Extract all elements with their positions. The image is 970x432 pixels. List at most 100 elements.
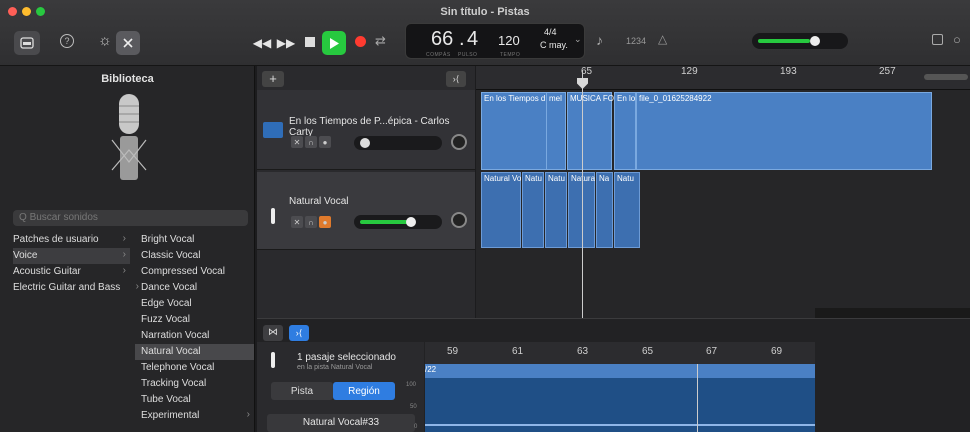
volume-knob[interactable] <box>406 217 416 227</box>
add-track-button[interactable]: + <box>262 71 284 87</box>
ruler-mark: 193 <box>780 66 797 77</box>
rewind-icon: ◀◀ <box>252 36 272 50</box>
mute-icon[interactable]: ✕ <box>291 216 303 228</box>
chevron-right-icon: › <box>122 233 126 244</box>
ruler[interactable]: 65 129 193 257 <box>476 66 970 90</box>
region-label: /22 <box>425 365 437 374</box>
track-name: En los Tiempos de P...épica - Carlos Car… <box>289 116 450 138</box>
forward-button[interactable]: ▶▶ <box>276 31 296 55</box>
stop-button[interactable] <box>305 37 315 47</box>
editor-region-bar[interactable]: /22 <box>425 364 815 378</box>
track-header[interactable]: En los Tiempos de P...épica - Carlos Car… <box>257 90 475 170</box>
zoom-slider[interactable] <box>924 74 968 80</box>
chevron-right-icon: › <box>122 249 126 260</box>
track-volume-slider[interactable] <box>354 136 442 150</box>
tuner-icon[interactable]: ♪ <box>596 32 603 48</box>
patch-item[interactable]: Edge Vocal <box>135 296 254 312</box>
patch-item[interactable]: Classic Vocal <box>135 248 254 264</box>
pan-knob[interactable] <box>451 212 467 228</box>
editor-ruler[interactable]: 59 61 63 65 67 69 <box>425 342 815 364</box>
master-volume-slider[interactable] <box>752 33 848 49</box>
patch-item[interactable]: Tube Vocal <box>135 392 254 408</box>
record-enable-icon[interactable]: ● <box>319 136 331 148</box>
patch-label: Experimental <box>141 410 200 421</box>
patch-item[interactable]: Narration Vocal <box>135 328 254 344</box>
audio-region[interactable]: file_0_01625284922 <box>636 92 932 170</box>
category-item[interactable]: Patches de usuario › <box>13 232 130 248</box>
library-panel: Biblioteca Q Buscar sonidos Patches de u… <box>0 66 255 432</box>
waveform-line <box>425 424 815 426</box>
audio-region[interactable]: Na <box>596 172 613 248</box>
toolbar: Sin título - Pistas ? ☼ ◀◀ ▶▶ ⇄ 66 . 4 C… <box>0 0 970 66</box>
audio-region[interactable]: Natu <box>614 172 640 248</box>
master-volume-knob[interactable] <box>810 36 820 46</box>
record-enable-icon[interactable]: ● <box>319 216 331 228</box>
volume-knob[interactable] <box>360 138 370 148</box>
editor-playhead[interactable] <box>697 364 698 432</box>
category-label: Electric Guitar and Bass <box>13 282 121 293</box>
help-icon[interactable]: ? <box>60 34 74 48</box>
patch-item[interactable]: Telephone Vocal <box>135 360 254 376</box>
ruler-mark: 63 <box>577 346 589 357</box>
lcd-tempo: 120 <box>498 33 520 48</box>
patch-item[interactable]: Tracking Vocal <box>135 376 254 392</box>
editors-button[interactable] <box>116 31 140 55</box>
region-label: En los Tiempos d <box>484 94 546 103</box>
search-input[interactable]: Q Buscar sonidos <box>13 210 248 226</box>
catch-playhead-icon[interactable]: ›⟨ <box>446 71 466 87</box>
patch-item[interactable]: Fuzz Vocal <box>135 312 254 328</box>
count-in-button[interactable]: 1234 <box>626 36 646 46</box>
region-label: mel <box>549 94 562 103</box>
audio-region[interactable]: Natu <box>545 172 567 248</box>
audio-region[interactable]: MUSICA FO <box>567 92 614 170</box>
lcd-signature: 4/4 <box>544 27 557 37</box>
category-item[interactable]: Electric Guitar and Bass › <box>13 280 139 296</box>
patch-item[interactable]: Dance Vocal <box>135 280 254 296</box>
region-name-field[interactable]: Natural Vocal#33 <box>267 414 415 432</box>
flex-icon[interactable]: ⋈ <box>263 325 283 341</box>
metronome-icon[interactable]: △ <box>658 32 667 46</box>
audio-region[interactable]: Natural Vo <box>481 172 521 248</box>
smart-controls-icon[interactable]: ☼ <box>98 32 112 49</box>
patch-item[interactable]: Bright Vocal <box>135 232 254 248</box>
editor-waveform[interactable] <box>425 378 815 432</box>
audio-region[interactable]: En lo <box>614 92 636 170</box>
record-button[interactable] <box>355 36 366 47</box>
lcd-bar: 66 <box>431 28 454 50</box>
notepad-icon[interactable] <box>932 34 943 45</box>
search-placeholder: Buscar sonidos <box>29 212 98 223</box>
track-volume-slider[interactable] <box>354 215 442 229</box>
ruler-mark: 69 <box>771 346 783 357</box>
patch-item[interactable]: Experimental › <box>135 408 254 424</box>
lcd-menu-chevron-icon[interactable]: ⌄ <box>574 34 582 45</box>
region-label: Natu <box>548 174 565 183</box>
lcd-beat: 4 <box>467 28 479 50</box>
tab-track[interactable]: Pista <box>271 382 333 400</box>
playhead[interactable] <box>582 70 583 318</box>
pan-knob[interactable] <box>451 134 467 150</box>
audio-region[interactable]: Natu <box>522 172 544 248</box>
lcd-display[interactable]: 66 . 4 COMPÁS PULSO 120 TEMPO 4/4 C may.… <box>405 23 585 59</box>
waveform-icon <box>263 122 283 138</box>
rewind-button[interactable]: ◀◀ <box>252 31 272 55</box>
category-item[interactable]: Voice › <box>13 248 130 264</box>
category-item[interactable]: Acoustic Guitar › <box>13 264 130 280</box>
tab-region[interactable]: Región <box>333 382 395 400</box>
headphones-icon[interactable]: ∩ <box>305 136 317 148</box>
patch-item[interactable]: Compressed Vocal <box>135 264 254 280</box>
audio-region[interactable]: mel <box>546 92 566 170</box>
ruler-mark: 67 <box>706 346 718 357</box>
mute-icon[interactable]: ✕ <box>291 136 303 148</box>
play-button[interactable] <box>322 31 346 55</box>
loops-icon[interactable]: ○ <box>953 32 961 47</box>
cycle-icon[interactable]: ⇄ <box>375 33 386 49</box>
region-label: Natu <box>617 174 634 183</box>
catch-icon[interactable]: ›⟨ <box>289 325 309 341</box>
track-header-selected[interactable]: Natural Vocal ✕ ∩ ● <box>257 172 475 250</box>
amp-label: 0 <box>414 424 418 430</box>
library-title: Biblioteca <box>101 73 154 85</box>
amp-label: 50 <box>410 404 417 410</box>
headphones-icon[interactable]: ∩ <box>305 216 317 228</box>
library-button[interactable] <box>14 31 40 55</box>
patch-item-selected[interactable]: Natural Vocal <box>135 344 254 360</box>
